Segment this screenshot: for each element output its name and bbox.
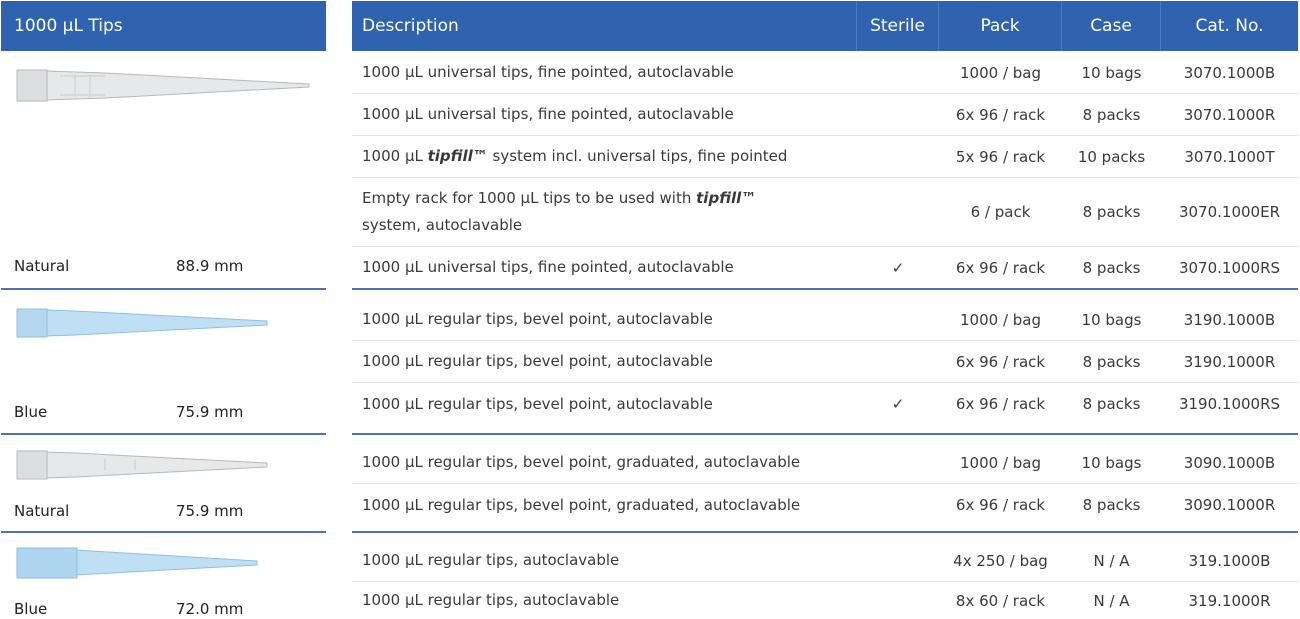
trademark-symbol: ™ (472, 147, 488, 165)
case-cell: 8 packs (1082, 496, 1141, 514)
pipette-tip-image (16, 308, 268, 338)
sterile-cell: ✓ (891, 258, 905, 277)
cat-no-cell: 319.1000B (1188, 551, 1271, 570)
pack-cell: 6 / pack (970, 203, 1031, 221)
pack-cell: 6x 96 / rack (955, 496, 1046, 514)
tip-variant-4: Blue 72.0 mm (1, 533, 326, 619)
tip-variant-1: Natural 88.9 mm (1, 52, 326, 288)
pack-cell: 1000 / bag (960, 310, 1041, 329)
group-divider (352, 433, 1298, 435)
description-cell: 1000 µL regular tips, bevel point, autoc… (362, 310, 713, 328)
tip-color-label: Blue (14, 403, 48, 421)
pack-cell: 8x 60 / rack (955, 591, 1046, 610)
cat-no-cell: 3070.1000R (1183, 105, 1276, 124)
case-cell: 8 packs (1082, 258, 1141, 277)
pack-cell: 6x 96 / rack (955, 258, 1046, 277)
table-row: 1000 µL regular tips, bevel point, gradu… (352, 484, 1298, 526)
pack-cell: 6x 96 / rack (955, 395, 1046, 413)
cat-no-cell: 3090.1000R (1183, 496, 1276, 514)
cat-no-cell: 319.1000R (1188, 591, 1271, 610)
table-row: 1000 µL universal tips, fine pointed, au… (352, 94, 1298, 136)
cat-no-cell: 3190.1000R (1183, 352, 1276, 371)
case-cell: 10 bags (1081, 63, 1142, 82)
pipette-tip-image (16, 69, 310, 102)
tip-length-label: 75.9 mm (176, 502, 244, 520)
pack-cell: 6x 96 / rack (955, 352, 1046, 371)
tip-length-label: 88.9 mm (176, 257, 244, 275)
table-row: 1000 µL regular tips, autoclavable 8x 60… (352, 582, 1298, 619)
table-row: 1000 µL regular tips, bevel point, autoc… (352, 383, 1298, 425)
case-cell: 10 packs (1077, 147, 1146, 166)
description-prefix: Empty rack for 1000 µL tips to be used w… (362, 189, 697, 207)
pipette-tip-image (16, 547, 258, 579)
description-cell: 1000 µL regular tips, bevel point, autoc… (362, 394, 713, 413)
case-cell: N / A (1093, 551, 1130, 570)
tip-variant-2: Blue 75.9 mm (1, 290, 326, 433)
column-header-pack: Pack (939, 1, 1062, 51)
case-cell: 8 packs (1082, 105, 1141, 124)
cat-no-cell: 3070.1000T (1184, 147, 1275, 166)
cat-no-cell: 3070.1000ER (1178, 203, 1280, 221)
description-suffix: system incl. universal tips, fine pointe… (487, 147, 788, 165)
table-row: 1000 µL regular tips, autoclavable 4x 25… (352, 540, 1298, 582)
table-row: Empty rack for 1000 µL tips to be used w… (352, 178, 1298, 247)
description-prefix: 1000 µL (362, 147, 428, 165)
table-row: 1000 µL universal tips, fine pointed, au… (352, 52, 1298, 94)
tipfill-brand: tipfill (696, 189, 742, 207)
tips-section-header: 1000 µL Tips (1, 1, 326, 51)
column-header-cat-no: Cat. No. (1195, 16, 1264, 36)
trademark-symbol: ™ (741, 189, 757, 207)
group-divider (352, 531, 1298, 533)
table-row: 1000 µL regular tips, bevel point, autoc… (352, 299, 1298, 341)
pack-cell: 1000 / bag (960, 63, 1041, 82)
pack-cell: 4x 250 / bag (953, 551, 1048, 570)
cat-no-cell: 3070.1000B (1183, 63, 1276, 82)
description-cell: 1000 µL universal tips, fine pointed, au… (362, 105, 734, 123)
pack-cell: 1000 / bag (960, 453, 1041, 472)
table-row: 1000 µL universal tips, fine pointed, au… (352, 247, 1298, 288)
description-suffix: system, autoclavable (362, 216, 523, 234)
case-cell: N / A (1093, 591, 1130, 610)
tip-length-label: 72.0 mm (176, 600, 244, 618)
description-cell: 1000 µL regular tips, autoclavable (362, 591, 620, 609)
case-cell: 8 packs (1082, 395, 1141, 413)
sterile-cell: ✓ (891, 395, 905, 413)
description-cell: 1000 µL regular tips, bevel point, autoc… (362, 352, 713, 370)
column-header-sterile: Sterile (857, 1, 939, 51)
case-cell: 8 packs (1082, 352, 1141, 371)
tip-variant-3: Natural 75.9 mm (1, 435, 326, 531)
case-cell: 10 bags (1081, 310, 1142, 329)
cat-no-cell: 3070.1000RS (1178, 258, 1281, 277)
case-cell: 10 bags (1081, 453, 1142, 472)
column-header-description: Description (352, 1, 857, 51)
description-cell: 1000 µL regular tips, bevel point, gradu… (362, 453, 801, 471)
table-row: 1000 µL regular tips, bevel point, autoc… (352, 341, 1298, 383)
description-cell: 1000 µL universal tips, fine pointed, au… (362, 63, 734, 81)
description-cell: 1000 µL tipfill™ system incl. universal … (352, 143, 857, 170)
description-cell: Empty rack for 1000 µL tips to be used w… (352, 185, 857, 239)
tip-color-label: Natural (14, 257, 70, 275)
column-header-case: Case (1062, 1, 1161, 51)
tip-color-label: Natural (14, 502, 70, 520)
cat-no-cell: 3190.1000RS (1178, 395, 1281, 413)
tip-color-label: Blue (14, 600, 48, 618)
cat-no-cell: 3090.1000B (1183, 453, 1276, 472)
description-cell: 1000 µL regular tips, bevel point, gradu… (362, 495, 801, 514)
pipette-tip-image (16, 450, 268, 480)
tip-length-label: 75.9 mm (176, 403, 244, 421)
cat-no-cell: 3190.1000B (1183, 310, 1276, 329)
case-cell: 8 packs (1082, 203, 1141, 221)
pack-cell: 5x 96 / rack (955, 147, 1046, 166)
group-divider (352, 288, 1298, 290)
pack-cell: 6x 96 / rack (955, 105, 1046, 124)
table-row: 1000 µL regular tips, bevel point, gradu… (352, 442, 1298, 484)
tipfill-brand: tipfill (427, 147, 473, 165)
table-header-row: Description Sterile Pack Case Cat. No. (352, 1, 1298, 51)
table-row: 1000 µL tipfill™ system incl. universal … (352, 136, 1298, 178)
description-cell: 1000 µL regular tips, autoclavable (362, 551, 620, 569)
description-cell: 1000 µL universal tips, fine pointed, au… (362, 258, 734, 276)
